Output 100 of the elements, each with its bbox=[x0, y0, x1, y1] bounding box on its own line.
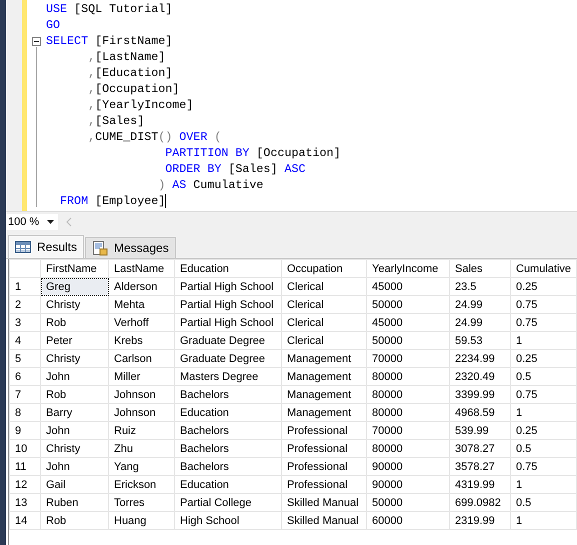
table-cell: Professional bbox=[282, 458, 366, 476]
table-cell: 2234.99 bbox=[450, 350, 510, 368]
row-number: 6 bbox=[10, 368, 40, 386]
table-cell: Bachelors bbox=[174, 422, 282, 440]
results-tab[interactable]: Results bbox=[8, 235, 84, 258]
table-cell: Graduate Degree bbox=[174, 350, 282, 368]
table-cell: Clerical bbox=[282, 314, 366, 332]
table-cell: Bachelors bbox=[174, 458, 282, 476]
code-line: ) AS Cumulative bbox=[157, 177, 264, 193]
table-cell: Bachelors bbox=[174, 386, 282, 404]
table-cell: High School bbox=[174, 512, 282, 530]
code-line: ,CUME_DIST() OVER ( bbox=[87, 129, 222, 145]
code-line: GO bbox=[46, 17, 62, 33]
table-cell: 2320.49 bbox=[450, 368, 510, 386]
column-header[interactable]: Cumulative bbox=[510, 260, 576, 278]
table-cell: 3399.99 bbox=[450, 386, 510, 404]
row-number: 14 bbox=[10, 512, 40, 530]
table-cell: Ruiz bbox=[108, 422, 174, 440]
row-number: 8 bbox=[10, 404, 40, 422]
table-cell: 4319.99 bbox=[450, 476, 510, 494]
table-cell: Management bbox=[282, 350, 366, 368]
table-cell: 699.0982 bbox=[450, 494, 510, 512]
table-cell: 1 bbox=[510, 332, 576, 350]
row-number: 11 bbox=[10, 458, 40, 476]
table-cell: 1 bbox=[510, 476, 576, 494]
table-cell: Professional bbox=[282, 440, 366, 458]
table-cell: 3078.27 bbox=[450, 440, 510, 458]
table-cell: Professional bbox=[282, 476, 366, 494]
table-cell: Management bbox=[282, 404, 366, 422]
table-cell: 0.75 bbox=[510, 386, 576, 404]
code-line: ,[Sales] bbox=[87, 113, 146, 129]
table-cell: 90000 bbox=[366, 458, 450, 476]
table-cell: 23.5 bbox=[450, 278, 510, 296]
table-cell: 1 bbox=[510, 404, 576, 422]
row-number: 5 bbox=[10, 350, 40, 368]
table-cell: Erickson bbox=[108, 476, 174, 494]
table-cell: 50000 bbox=[366, 332, 450, 350]
messages-tab[interactable]: Messages bbox=[85, 237, 176, 258]
table-cell: Skilled Manual bbox=[282, 494, 366, 512]
table-cell: 50000 bbox=[366, 494, 450, 512]
row-number: 3 bbox=[10, 314, 40, 332]
table-cell: 3578.27 bbox=[450, 458, 510, 476]
table-cell: 80000 bbox=[366, 404, 450, 422]
table-cell: 0.75 bbox=[510, 296, 576, 314]
table-cell: 0.25 bbox=[510, 350, 576, 368]
table-cell: Graduate Degree bbox=[174, 332, 282, 350]
column-header[interactable]: Occupation bbox=[282, 260, 366, 278]
table-cell: 0.25 bbox=[510, 278, 576, 296]
document-icon bbox=[92, 240, 108, 256]
table-cell: 70000 bbox=[366, 350, 450, 368]
column-header[interactable]: Education bbox=[174, 260, 282, 278]
table-cell: Huang bbox=[108, 512, 174, 530]
table-cell: Ruben bbox=[40, 494, 108, 512]
zoom-dropdown[interactable]: 100 % bbox=[6, 214, 58, 230]
column-header[interactable]: LastName bbox=[108, 260, 174, 278]
table-cell: Yang bbox=[108, 458, 174, 476]
table-cell: Verhoff bbox=[108, 314, 174, 332]
column-header[interactable]: YearlyIncome bbox=[366, 260, 450, 278]
caret-icon bbox=[47, 220, 54, 224]
code-line: ,[LastName] bbox=[87, 49, 166, 65]
row-number: 10 bbox=[10, 440, 40, 458]
table-cell: 90000 bbox=[366, 476, 450, 494]
table-cell: Management bbox=[282, 386, 366, 404]
table-cell: 0.5 bbox=[510, 494, 576, 512]
table-cell: Education bbox=[174, 404, 282, 422]
table-cell: 4968.59 bbox=[450, 404, 510, 422]
table-cell: 80000 bbox=[366, 368, 450, 386]
collapse-icon[interactable] bbox=[32, 37, 41, 46]
row-number: 2 bbox=[10, 296, 40, 314]
table-cell: 50000 bbox=[366, 296, 450, 314]
table-cell: Alderson bbox=[108, 278, 174, 296]
table-cell: Education bbox=[174, 476, 282, 494]
table-cell: 80000 bbox=[366, 440, 450, 458]
table-cell: Professional bbox=[282, 422, 366, 440]
code-line: ,[Occupation] bbox=[87, 81, 180, 97]
table-cell: John bbox=[40, 422, 108, 440]
table-cell: Krebs bbox=[108, 332, 174, 350]
table-cell: Bachelors bbox=[174, 440, 282, 458]
table-cell: Partial High School bbox=[174, 278, 282, 296]
table-cell: 0.75 bbox=[510, 458, 576, 476]
table-cell: Christy bbox=[40, 350, 108, 368]
table-cell: 0.25 bbox=[510, 422, 576, 440]
row-number: 13 bbox=[10, 494, 40, 512]
column-header[interactable]: FirstName bbox=[40, 260, 108, 278]
table-cell: 1 bbox=[510, 512, 576, 530]
table-cell: Partial High School bbox=[174, 296, 282, 314]
table-cell: Partial College bbox=[174, 494, 282, 512]
table-cell: Partial High School bbox=[174, 314, 282, 332]
column-header[interactable]: Sales bbox=[450, 260, 510, 278]
table-cell: John bbox=[40, 458, 108, 476]
table-cell: 70000 bbox=[366, 422, 450, 440]
table-cell: 45000 bbox=[366, 314, 450, 332]
table-cell: Carlson bbox=[108, 350, 174, 368]
code-line: ORDER BY [Sales] ASC bbox=[164, 161, 307, 177]
table-cell: 24.99 bbox=[450, 314, 510, 332]
text-cursor bbox=[165, 194, 166, 208]
table-cell: Clerical bbox=[282, 296, 366, 314]
row-number: 12 bbox=[10, 476, 40, 494]
table-cell: Rob bbox=[40, 386, 108, 404]
table-cell: Peter bbox=[40, 332, 108, 350]
